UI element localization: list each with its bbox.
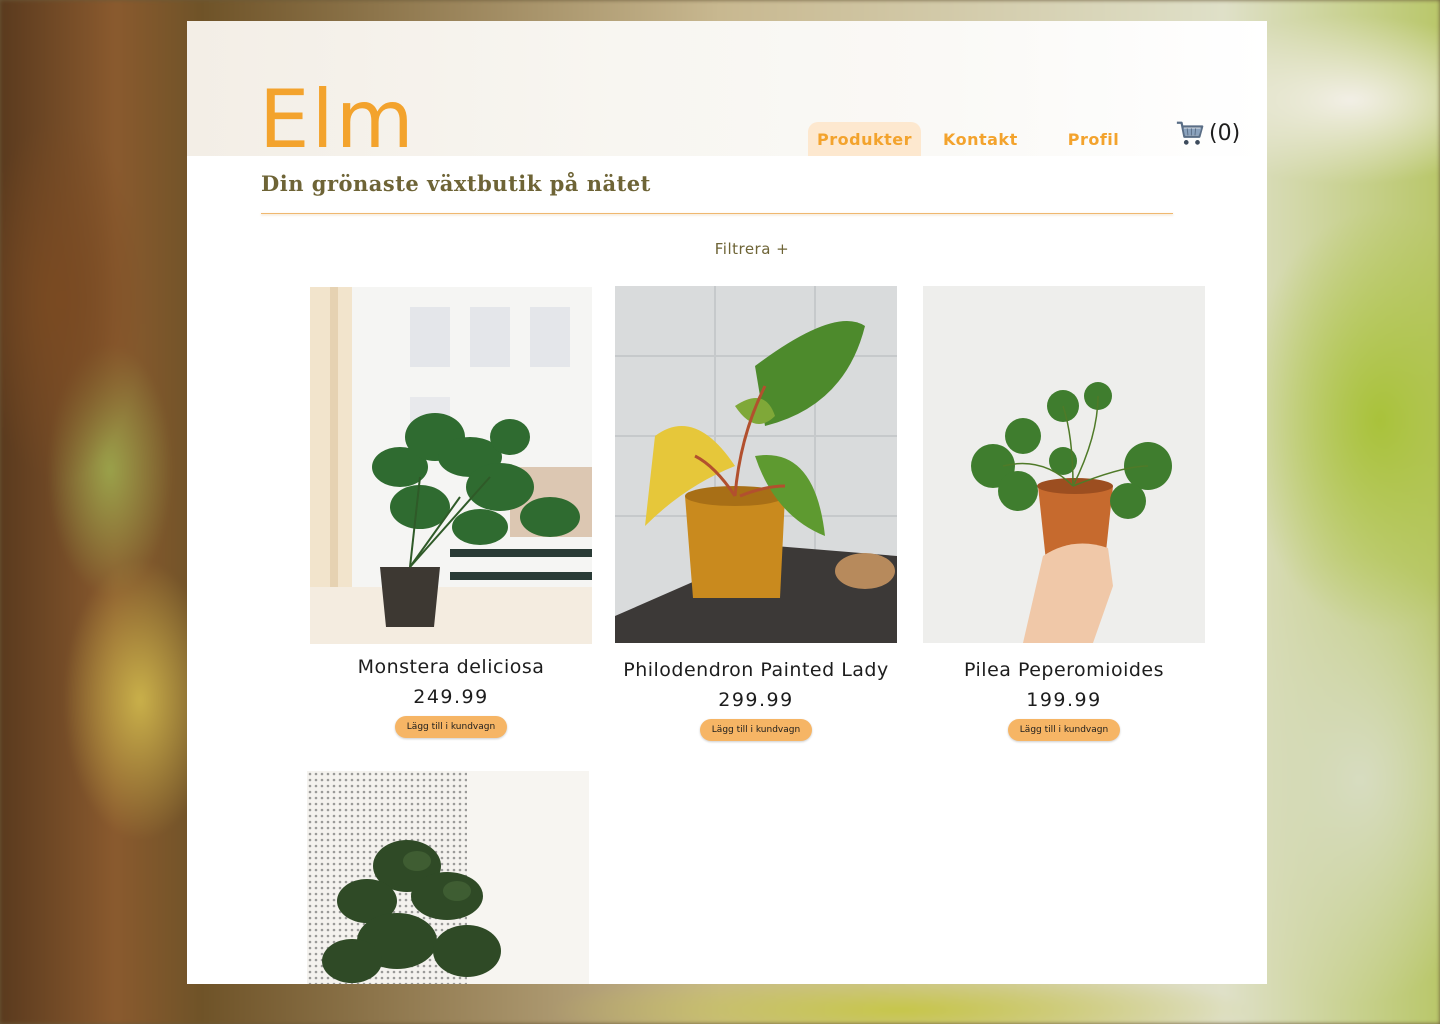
add-to-cart-button[interactable]: Lägg till i kundvagn xyxy=(1007,719,1121,741)
filter-toggle: Filtrera + xyxy=(187,240,1267,258)
nav-item-produkter[interactable]: Produkter xyxy=(808,122,921,156)
product-card-ficus xyxy=(307,771,589,984)
product-image[interactable] xyxy=(310,287,592,644)
logo[interactable]: Elm xyxy=(259,75,416,165)
nav-item-kontakt[interactable]: Kontakt xyxy=(934,122,1027,156)
page-panel: Elm Produkter Kontakt Profil (0) Din grö… xyxy=(187,21,1267,984)
product-name[interactable]: Philodendron Painted Lady xyxy=(615,659,897,681)
product-card-pilea: Pilea Peperomioides 199.99 Lägg till i k… xyxy=(923,286,1205,741)
filter-label[interactable]: Filtrera + xyxy=(715,240,790,258)
cart-button[interactable]: (0) xyxy=(1175,118,1240,148)
main-nav: Produkter Kontakt Profil xyxy=(808,122,1128,156)
nav-item-profil[interactable]: Profil xyxy=(1059,122,1129,156)
product-name[interactable]: Monstera deliciosa xyxy=(310,656,592,678)
product-image[interactable] xyxy=(307,771,589,984)
cart-count: (0) xyxy=(1209,120,1241,146)
product-card-monstera: Monstera deliciosa 249.99 Lägg till i ku… xyxy=(310,287,592,738)
product-price: 299.99 xyxy=(718,689,794,711)
product-card-philodendron: Philodendron Painted Lady 299.99 Lägg ti… xyxy=(615,286,897,741)
product-price: 199.99 xyxy=(1026,689,1102,711)
shopping-cart-icon xyxy=(1176,121,1204,145)
tagline: Din grönaste växtbutik på nätet xyxy=(261,171,651,196)
product-image[interactable] xyxy=(615,286,897,643)
header-divider xyxy=(261,213,1173,214)
product-price: 249.99 xyxy=(413,686,489,708)
product-image[interactable] xyxy=(923,286,1205,643)
add-to-cart-button[interactable]: Lägg till i kundvagn xyxy=(699,719,813,741)
add-to-cart-button[interactable]: Lägg till i kundvagn xyxy=(394,716,508,738)
product-name[interactable]: Pilea Peperomioides xyxy=(923,659,1205,681)
